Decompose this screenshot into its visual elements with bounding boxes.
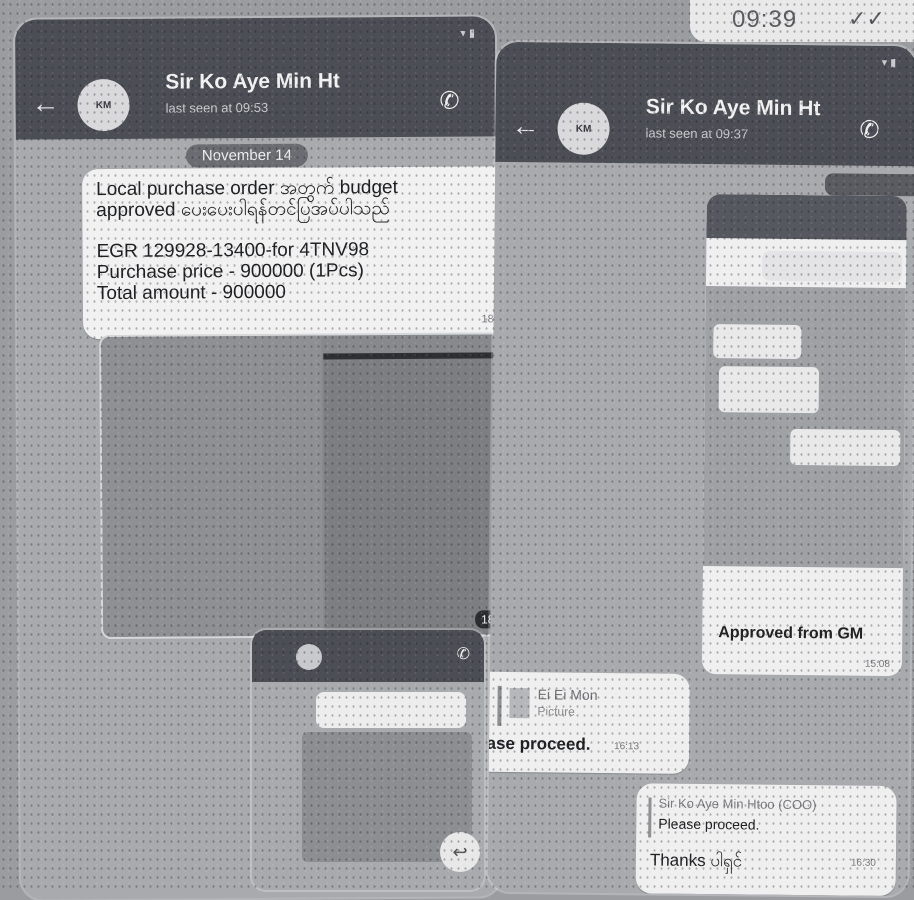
document-photo[interactable] xyxy=(323,352,502,640)
inner-chat-header xyxy=(706,194,907,241)
status-icons: ▾ ▮ xyxy=(881,56,897,70)
previous-message-time: 09:39 xyxy=(732,6,798,33)
contact-name[interactable]: Sir Ko Aye Min Ht xyxy=(165,69,340,94)
last-seen: last seen at 09:53 xyxy=(165,99,269,116)
status-bar: ▾ ▮ xyxy=(55,26,475,39)
inner-message-bubble xyxy=(761,250,903,283)
last-seen: last seen at 09:37 xyxy=(645,125,749,142)
message-line: approved ပေးပေးပါရန်တင်ပြအပ်ပါသည် xyxy=(96,198,390,222)
avatar xyxy=(296,644,322,670)
message-text: Thanks ပါရှင် xyxy=(649,850,743,871)
message-time: 16:30 xyxy=(850,857,876,869)
phone-call-icon[interactable]: ✆ xyxy=(439,87,459,116)
message-time: 15:08 xyxy=(864,658,891,670)
quoted-author: Sir Ko Aye Min Htoo (COO) xyxy=(658,795,817,813)
quote-bar xyxy=(648,797,652,838)
quote-bar xyxy=(497,685,502,726)
date-pill xyxy=(824,173,914,197)
inner-card xyxy=(718,366,820,414)
message-line: EGR 129928-13400-for 4TNV98 xyxy=(96,239,370,263)
right-chat-screenshot: ▾ ▮ ← KM Sir Ko Aye Min Ht last seen at … xyxy=(487,41,914,897)
quoted-thumbnail xyxy=(509,687,530,719)
status-icons: ▾ ▮ xyxy=(460,27,476,40)
approval-text: Approved from GM xyxy=(718,624,864,643)
date-pill: November 14 xyxy=(185,143,309,168)
nested-chat-header: ✆ xyxy=(252,630,484,682)
nested-chat-screenshot[interactable]: ✆ ↩ xyxy=(252,630,484,890)
thanks-message[interactable]: Sir Ko Aye Min Htoo (COO) Please proceed… xyxy=(635,783,897,897)
double-check-icon: ✓✓ xyxy=(848,6,885,31)
avatar[interactable]: KM xyxy=(557,102,610,156)
message-line: Total amount - 900000 xyxy=(96,281,286,305)
chat-header: ▾ ▮ ← KM Sir Ko Aye Min Ht last seen at … xyxy=(14,16,496,140)
message-spacer xyxy=(96,218,501,241)
inner-chat-area xyxy=(702,286,906,569)
reply-message[interactable]: Ei Ei Mon Picture ease proceed. 16:13 xyxy=(487,671,690,774)
inner-card xyxy=(713,324,802,360)
avatar[interactable]: KM xyxy=(77,78,130,132)
quoted-type: Picture xyxy=(537,704,575,719)
reply-text: ease proceed. xyxy=(487,733,591,754)
message-time: 16:13 xyxy=(613,741,640,753)
message-line: Purchase price - 900000 (1Pcs) xyxy=(96,260,364,284)
back-arrow-icon[interactable]: ← xyxy=(31,87,59,119)
back-arrow-icon[interactable]: ← xyxy=(511,110,539,142)
reply-arrow-icon[interactable]: ↩ xyxy=(440,832,480,872)
phone-call-icon[interactable]: ✆ xyxy=(859,116,879,145)
purchase-order-message[interactable]: Local purchase order အတွက် budget approv… xyxy=(81,166,502,340)
quoted-text: Please proceed. xyxy=(658,815,760,833)
status-bar: ▾ ▮ xyxy=(536,52,897,69)
quoted-author: Ei Ei Mon xyxy=(537,686,598,703)
inner-card xyxy=(790,428,901,467)
chat-header: ▾ ▮ ← KM Sir Ko Aye Min Ht last seen at … xyxy=(495,41,914,167)
phone-call-icon: ✆ xyxy=(456,646,470,663)
forwarded-screenshot-message[interactable]: Approved from GM 15:08 xyxy=(701,194,907,677)
document-photos[interactable]: 18:17 xyxy=(99,332,502,640)
nested-message-bubble xyxy=(316,692,466,728)
message-line: Local purchase order အတွက် budget xyxy=(96,177,398,201)
contact-name[interactable]: Sir Ko Aye Min Ht xyxy=(646,95,821,121)
document-photo[interactable] xyxy=(101,335,324,638)
